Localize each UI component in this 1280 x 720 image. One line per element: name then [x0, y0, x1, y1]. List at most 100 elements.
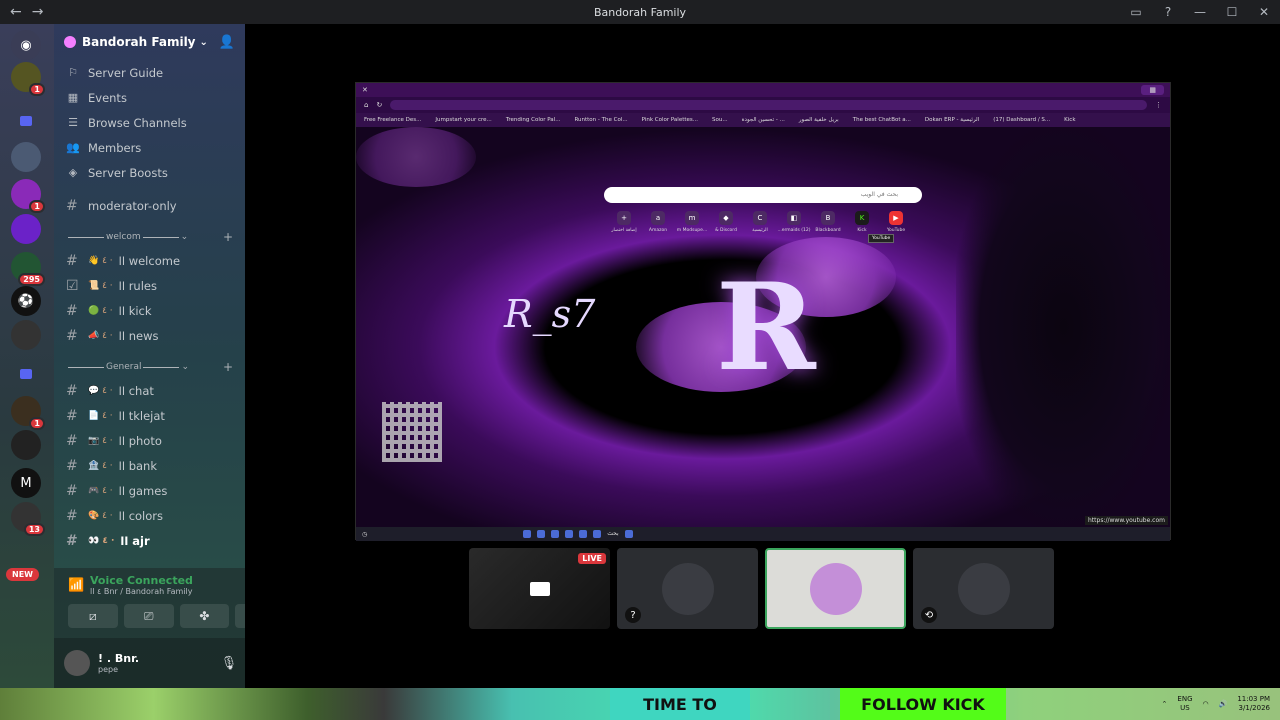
channel-kick[interactable]: # 🟢 ٤ ⋅ اا kick: [54, 298, 245, 323]
bookmark[interactable]: Sou...: [712, 117, 728, 123]
guild-icon-1[interactable]: 1: [11, 62, 45, 96]
menu-icon[interactable]: ⋮: [1155, 101, 1162, 109]
guild-folder-icon[interactable]: [20, 369, 32, 379]
server-header[interactable]: Bandorah Family ⌄ 👤: [54, 24, 245, 60]
plus-icon[interactable]: +: [223, 360, 233, 374]
shortcut-tile[interactable]: B Blackboard: [815, 211, 841, 233]
shortcut-tile[interactable]: a Amazon: [648, 211, 668, 233]
browser-tab[interactable]: ▦: [1141, 85, 1164, 95]
channel-colors[interactable]: # 🎨 ٤ ⋅ اا colors: [54, 503, 245, 528]
guide-icon: ⚐: [68, 66, 78, 79]
shortcut-tile[interactable]: C الرئيسية: [750, 211, 770, 233]
soundboard-button[interactable]: ♪: [235, 604, 245, 628]
new-pill[interactable]: NEW: [6, 568, 39, 581]
microphone-icon[interactable]: 🎙: [221, 656, 238, 671]
camera-off-button[interactable]: ⧄: [68, 604, 118, 628]
home-icon[interactable]: ⌂: [364, 101, 368, 109]
shortcut-tile[interactable]: ◧ ...ermaids (12): [777, 211, 811, 233]
category-welcom[interactable]: welcom ⌄ +: [54, 226, 245, 248]
discord-home-icon[interactable]: ◉: [11, 30, 41, 60]
participant-tile-speaking[interactable]: [765, 548, 906, 629]
bookmark[interactable]: Pink Color Palettes...: [642, 117, 698, 123]
channel-bank[interactable]: # 🏦 ٤ ⋅ اا bank: [54, 453, 245, 478]
guild-icon-2[interactable]: [11, 142, 41, 172]
guild-badge: 1: [29, 83, 45, 96]
participant-tile[interactable]: ?: [617, 548, 758, 629]
avatar: [957, 562, 1010, 615]
guild-icon-11[interactable]: 13: [11, 502, 45, 536]
avatar[interactable]: [64, 650, 90, 676]
help-icon[interactable]: ?: [1152, 5, 1184, 19]
screenshare-view[interactable]: ✕ ▦ ⌂ ↻ ⋮ Free Freelance Des... Jumpstar…: [355, 82, 1171, 541]
channel-tklejat[interactable]: # 📄 ٤ ⋅ اا tklejat: [54, 403, 245, 428]
guild-badge: 295: [18, 273, 45, 286]
guild-icon-6[interactable]: ⚽: [11, 286, 41, 316]
maximize-button[interactable]: ☐: [1216, 5, 1248, 19]
participant-tile[interactable]: ⟲: [913, 548, 1054, 629]
bookmark[interactable]: تحسين الجودة - ...: [742, 117, 785, 123]
channel-moderator-only[interactable]: # moderator-only: [54, 193, 245, 218]
guild-icon-7[interactable]: [11, 320, 41, 350]
forward-arrow-icon[interactable]: →: [32, 4, 44, 20]
username[interactable]: ! . Bnr.: [98, 652, 139, 665]
clock[interactable]: 11:03 PM 3/1/2026: [1237, 695, 1270, 713]
user-panel: ! . Bnr. pepe 🎙 🎧 ⚙: [54, 638, 245, 688]
window-controls: ▭ ? — ☐ ✕: [1120, 0, 1280, 24]
close-icon[interactable]: ✕: [362, 86, 368, 94]
shortcut-tile[interactable]: ◆ & Discord: [715, 211, 737, 233]
inbox-icon[interactable]: ▭: [1120, 5, 1152, 19]
shortcut-tile[interactable]: mm Modsupe...: [677, 211, 707, 233]
close-button[interactable]: ✕: [1248, 5, 1280, 19]
channel-photo[interactable]: # 📷 ٤ ⋅ اا photo: [54, 428, 245, 453]
address-bar[interactable]: [390, 100, 1147, 110]
shortcut-tile[interactable]: ▶ YouTube: [886, 211, 906, 233]
bookmark[interactable]: Dokan ERP - الرئيسية: [925, 117, 979, 123]
volume-icon[interactable]: 🔊: [1219, 700, 1228, 708]
voice-channel[interactable]: ٤ اا Bnr / Bandorah Family: [90, 587, 193, 596]
share-screen-button[interactable]: ⎚: [123, 604, 174, 628]
category-general[interactable]: General ⌄ +: [54, 356, 245, 378]
reload-icon[interactable]: ↻: [376, 101, 382, 109]
plus-icon[interactable]: +: [223, 230, 233, 244]
bookmark[interactable]: Free Freelance Des...: [364, 117, 421, 123]
participant-tile-stream[interactable]: LIVE: [469, 548, 610, 629]
server-guide[interactable]: ⚐ Server Guide: [54, 60, 245, 85]
shortcut-tile[interactable]: + إضافة اختصار: [611, 211, 637, 233]
bookmark[interactable]: Runtton - The Col...: [574, 117, 627, 123]
wifi-icon[interactable]: ◠: [1203, 700, 1209, 708]
browse-channels[interactable]: ☰ Browse Channels: [54, 110, 245, 135]
channel-ajr[interactable]: # 👀 ٤ ⋅ اا ajr: [54, 528, 245, 553]
events[interactable]: ▦ Events: [54, 85, 245, 110]
chevron-up-icon[interactable]: ⌃: [1162, 700, 1168, 708]
search-input[interactable]: بحث في الويب: [604, 187, 922, 203]
guild-icon-10[interactable]: M: [11, 468, 41, 498]
dragon-art: [956, 127, 1170, 527]
bookmark[interactable]: Kick: [1064, 117, 1075, 123]
bookmark[interactable]: The best ChatBot a...: [853, 117, 911, 123]
minimize-button[interactable]: —: [1184, 5, 1216, 19]
channel-games[interactable]: # 🎮 ٤ ⋅ اا games: [54, 478, 245, 503]
members[interactable]: 👥 Members: [54, 135, 245, 160]
back-arrow-icon[interactable]: ←: [10, 4, 22, 20]
bookmark[interactable]: Trending Color Pal...: [506, 117, 561, 123]
shortcut-tile[interactable]: K Kick: [852, 211, 872, 233]
guild-icon-9[interactable]: [11, 430, 41, 460]
language-indicator[interactable]: ENG US: [1177, 695, 1192, 713]
voice-status[interactable]: Voice Connected: [90, 574, 193, 587]
channel-welcome[interactable]: # 👋 ٤ ⋅ اا welcome: [54, 248, 245, 273]
guild-icon-5[interactable]: 295: [11, 252, 45, 286]
bookmark[interactable]: بريل خلفية الصور: [799, 117, 839, 123]
bookmark[interactable]: Jumpstart your cre...: [435, 117, 491, 123]
channel-rules[interactable]: ☑ 📜 ٤ ⋅ اا rules: [54, 273, 245, 298]
guild-icon-4[interactable]: [11, 214, 41, 244]
channel-news[interactable]: # 📣 ٤ ⋅ اا news: [54, 323, 245, 348]
guild-icon-3[interactable]: 1: [11, 179, 45, 213]
guild-folder-icon[interactable]: [20, 116, 32, 126]
server-boosts[interactable]: ◈ Server Boosts: [54, 160, 245, 185]
logo-letter: R: [716, 257, 816, 398]
bookmark[interactable]: (17) Dashboard / S...: [993, 117, 1050, 123]
add-member-icon[interactable]: 👤: [219, 35, 235, 50]
activities-button[interactable]: ✤: [179, 604, 230, 628]
guild-icon-8[interactable]: 1: [11, 396, 45, 430]
channel-chat[interactable]: # 💬 ٤ ⋅ اا chat: [54, 378, 245, 403]
